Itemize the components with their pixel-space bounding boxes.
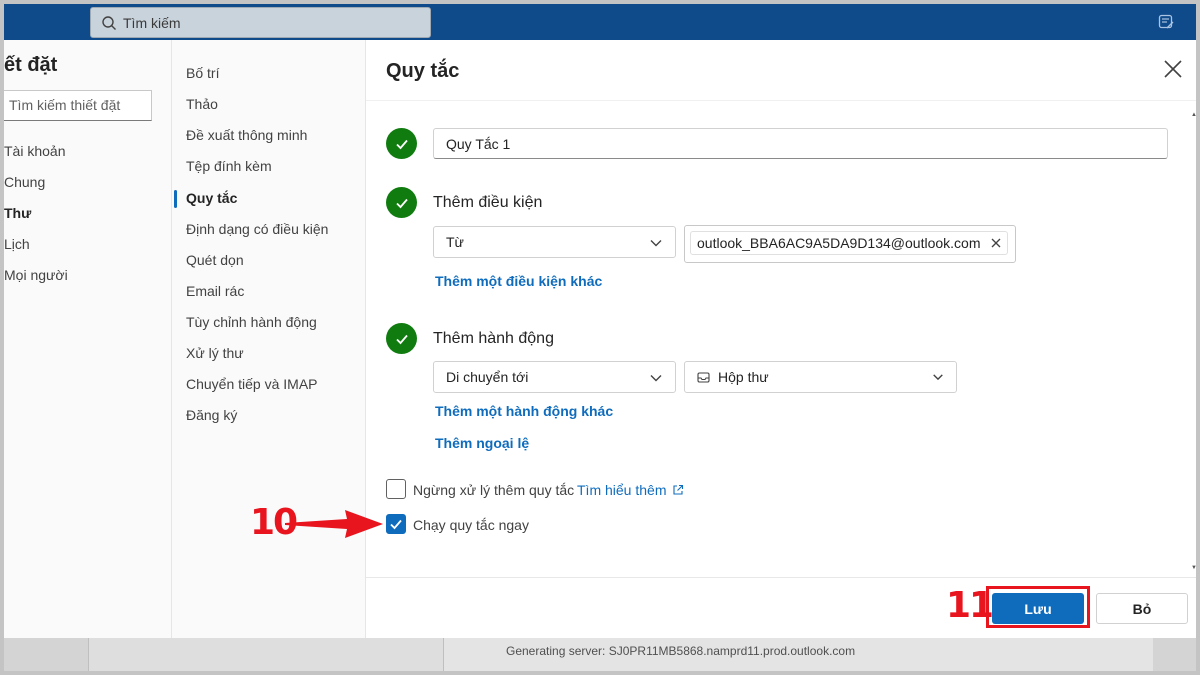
category-item-general[interactable]: Chung [4, 174, 45, 190]
step-number-annotation: 11 [946, 585, 994, 626]
step-complete-icon [386, 128, 417, 159]
scroll-down-arrow-icon[interactable]: ▼ [1191, 565, 1197, 571]
save-button[interactable]: Lưu [992, 593, 1084, 624]
app-search-placeholder: Tìm kiếm [123, 14, 181, 31]
run-now-checkbox[interactable] [386, 514, 406, 534]
subcategory-item-attachments[interactable]: Tệp đính kèm [186, 158, 272, 174]
step-complete-icon [386, 323, 417, 354]
folder-value: Hộp thư [718, 369, 769, 385]
chevron-down-icon [650, 375, 662, 382]
inbox-icon [697, 371, 710, 383]
remove-tag-icon[interactable] [991, 238, 1001, 248]
recipient-tag: outlook_BBA6AC9A5DA9D134@outlook.com [690, 231, 1008, 255]
category-item-people[interactable]: Mọi người [4, 267, 68, 283]
add-condition-link[interactable]: Thêm một điều kiện khác [435, 273, 602, 289]
subcategory-item-compose[interactable]: Thảo [186, 96, 218, 112]
rule-name-input[interactable] [433, 128, 1168, 159]
subcategory-item-layout[interactable]: Bố trí [186, 65, 219, 81]
action-section-label: Thêm hành động [433, 330, 554, 347]
checkmark-icon [390, 519, 402, 530]
scroll-up-arrow-icon[interactable]: ▲ [1191, 112, 1197, 118]
condition-type-dropdown[interactable]: Từ [433, 226, 676, 258]
footer-divider [366, 577, 1197, 578]
close-icon[interactable] [1162, 58, 1184, 80]
background-status-text: Generating server: SJ0PR11MB5868.namprd1… [506, 644, 856, 658]
stop-processing-checkbox[interactable] [386, 479, 406, 499]
action-type-value: Di chuyển tới [446, 369, 529, 385]
condition-recipient-field[interactable]: outlook_BBA6AC9A5DA9D134@outlook.com [684, 225, 1016, 263]
active-indicator [174, 190, 177, 208]
subcategory-item-subscriptions[interactable]: Đăng ký [186, 407, 237, 423]
external-link-icon [673, 484, 684, 495]
category-item-mail[interactable]: Thư [4, 205, 31, 221]
search-icon [102, 15, 116, 30]
condition-section-label: Thêm điều kiện [433, 194, 543, 211]
stop-processing-label: Ngừng xử lý thêm quy tắc [413, 482, 575, 498]
compose-note-icon[interactable] [1158, 14, 1174, 30]
action-type-dropdown[interactable]: Di chuyển tới [433, 361, 676, 393]
subcategory-item-rules[interactable]: Quy tắc [186, 190, 237, 206]
subcategory-item-customize-actions[interactable]: Tùy chỉnh hành động [186, 314, 317, 330]
add-exception-link[interactable]: Thêm ngoại lệ [435, 435, 529, 451]
subcategory-item-sweep[interactable]: Quét dọn [186, 252, 244, 268]
annotation-arrow-icon [285, 510, 383, 538]
settings-category-nav: ết đặt Tìm kiếm thiết đặt Tài khoản Chun… [0, 40, 171, 638]
subcategory-item-message-handling[interactable]: Xử lý thư [186, 345, 244, 361]
cancel-button[interactable]: Bỏ [1096, 593, 1188, 624]
run-now-label: Chạy quy tắc ngay [413, 517, 529, 533]
subcategory-item-junk-email[interactable]: Email rác [186, 283, 244, 299]
category-item-accounts[interactable]: Tài khoản [4, 143, 65, 159]
header-divider [366, 100, 1197, 101]
category-item-calendar[interactable]: Lịch [4, 236, 30, 252]
settings-subcategory-nav: Bố trí Thảo Đề xuất thông minh Tệp đính … [171, 40, 366, 638]
settings-title: ết đặt [4, 54, 58, 76]
app-topbar: Tìm kiếm [0, 0, 1200, 40]
settings-dialog: ết đặt Tìm kiếm thiết đặt Tài khoản Chun… [0, 40, 1197, 638]
condition-type-value: Từ [446, 234, 464, 250]
chevron-down-icon [650, 240, 662, 247]
learn-more-text: Tìm hiểu thêm [577, 482, 667, 498]
step-complete-icon [386, 187, 417, 218]
rule-editor-panel: Quy tắc ▲ ▼ Thêm điều kiện Từ outlook_BB… [366, 40, 1197, 638]
subcategory-item-conditional-formatting[interactable]: Định dạng có điều kiện [186, 221, 328, 237]
recipient-tag-text: outlook_BBA6AC9A5DA9D134@outlook.com [697, 235, 981, 251]
panel-title: Quy tắc [386, 60, 460, 82]
subcategory-item-smart-suggestions[interactable]: Đề xuất thông minh [186, 127, 307, 143]
settings-search-input[interactable]: Tìm kiếm thiết đặt [0, 90, 152, 121]
app-search-box[interactable]: Tìm kiếm [90, 7, 431, 38]
add-action-link[interactable]: Thêm một hành động khác [435, 403, 613, 419]
subcategory-item-forwarding-imap[interactable]: Chuyển tiếp và IMAP [186, 376, 318, 392]
background-message-list [88, 638, 443, 671]
folder-dropdown[interactable]: Hộp thư [684, 361, 957, 393]
chevron-down-icon [933, 374, 943, 381]
learn-more-link[interactable]: Tìm hiểu thêm [577, 482, 684, 498]
